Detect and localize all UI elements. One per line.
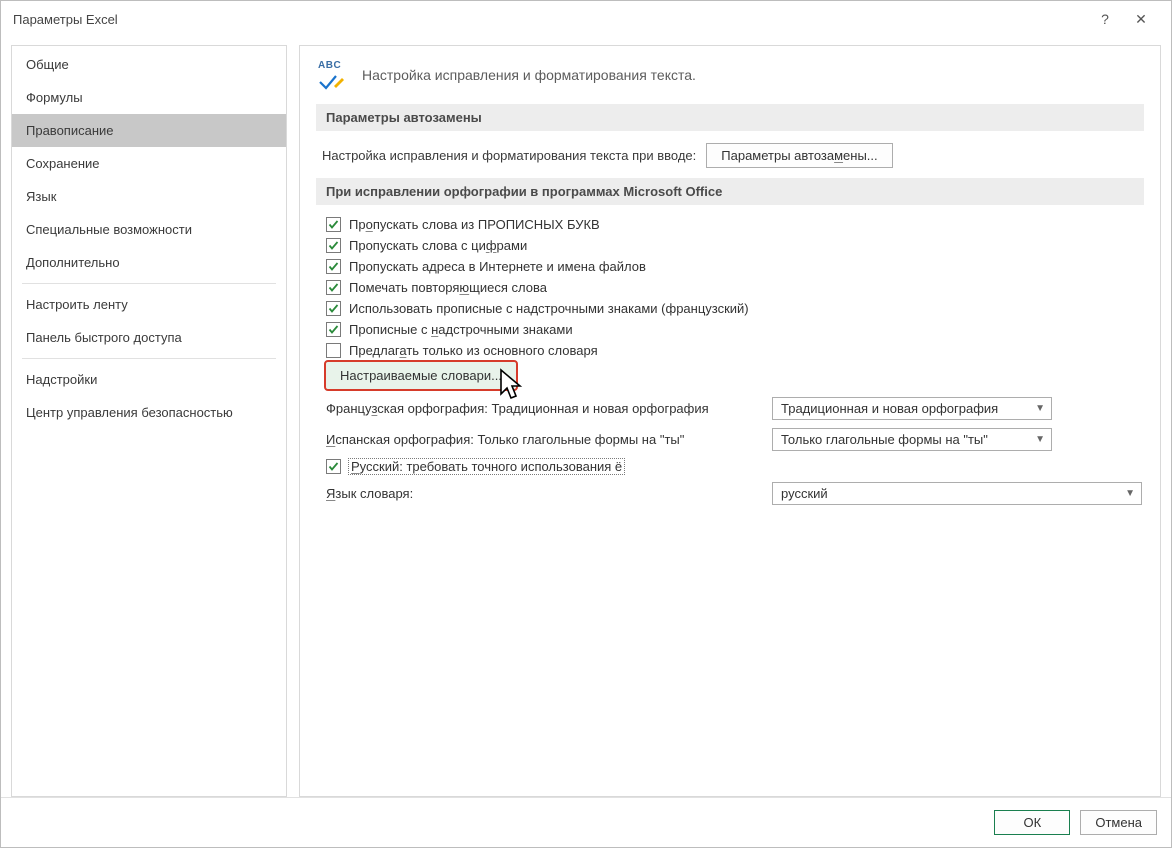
custom-dictionaries-button[interactable]: Настраиваемые словари... [324,360,518,391]
sidebar-item[interactable]: Настроить ленту [12,288,286,321]
sidebar: ОбщиеФормулыПравописаниеСохранениеЯзыкСп… [11,45,287,797]
section-spelling-title: При исправлении орфографии в программах … [316,178,1144,205]
checkbox[interactable] [326,322,341,337]
combo-label: Французская орфография: Традиционная и н… [326,401,756,416]
checkbox-row: Пропускать адреса в Интернете и имена фа… [326,259,1144,274]
main-panel: ABC Настройка исправления и форматирован… [299,45,1161,797]
titlebar: Параметры Excel ? ✕ [1,1,1171,37]
sidebar-item[interactable]: Надстройки [12,363,286,396]
checkbox[interactable] [326,280,341,295]
options-window: Параметры Excel ? ✕ ОбщиеФормулыПравопис… [0,0,1172,848]
checkbox-label: Предлагать только из основного словаря [349,343,598,358]
russian-yo-checkbox-row: Русский: требовать точного использования… [326,459,1144,474]
help-button[interactable]: ? [1087,11,1123,27]
close-button[interactable]: ✕ [1123,11,1159,28]
sidebar-item[interactable]: Формулы [12,81,286,114]
sidebar-item[interactable]: Панель быстрого доступа [12,321,286,354]
checkbox[interactable] [326,217,341,232]
intro-text: Настройка исправления и форматирования т… [362,67,696,83]
checkbox-label: Пропускать слова с цифрами [349,238,527,253]
sidebar-item[interactable]: Правописание [12,114,286,147]
checkbox-row: Пропускать слова с цифрами [326,238,1144,253]
checkbox-label: Прописные с надстрочными знаками [349,322,573,337]
ok-button[interactable]: ОК [994,810,1070,835]
checkbox-label: Пропускать слова из ПРОПИСНЫХ БУКВ [349,217,600,232]
checkbox[interactable] [326,343,341,358]
autocorrect-label: Настройка исправления и форматирования т… [322,148,696,163]
checkbox-label: Пропускать адреса в Интернете и имена фа… [349,259,646,274]
checkbox-row: Предлагать только из основного словаря [326,343,1144,358]
checkbox-label: Помечать повторяющиеся слова [349,280,547,295]
window-title: Параметры Excel [13,12,1087,27]
checkbox[interactable] [326,301,341,316]
combo-label: Испанская орфография: Только глагольные … [326,432,756,447]
chevron-down-icon: ▼ [1035,403,1045,414]
checkbox-label: Использовать прописные с надстрочными зн… [349,301,749,316]
sidebar-item[interactable]: Сохранение [12,147,286,180]
intro-row: ABC Настройка исправления и форматирован… [316,60,1144,90]
section-autocorrect-title: Параметры автозамены [316,104,1144,131]
cancel-button[interactable]: Отмена [1080,810,1157,835]
checkbox-row: Использовать прописные с надстрочными зн… [326,301,1144,316]
dialog-footer: ОК Отмена [1,797,1171,847]
sidebar-item[interactable]: Центр управления безопасностью [12,396,286,429]
chevron-down-icon: ▼ [1035,434,1045,445]
checkbox[interactable] [326,259,341,274]
combo-select[interactable]: Только глагольные формы на "ты"▼ [772,428,1052,451]
russian-yo-label: Русский: требовать точного использования… [349,459,624,474]
russian-yo-checkbox[interactable] [326,459,341,474]
chevron-down-icon: ▼ [1125,488,1135,499]
dictionary-language-combo[interactable]: русский ▼ [772,482,1142,505]
checkbox-row: Помечать повторяющиеся слова [326,280,1144,295]
proofing-icon: ABC [316,60,350,90]
checkbox-row: Пропускать слова из ПРОПИСНЫХ БУКВ [326,217,1144,232]
dictionary-language-label: Язык словаря: [326,486,756,501]
sidebar-item[interactable]: Дополнительно [12,246,286,279]
autocorrect-options-button[interactable]: Параметры автозамены... [706,143,892,168]
combo-select[interactable]: Традиционная и новая орфография▼ [772,397,1052,420]
sidebar-item[interactable]: Общие [12,48,286,81]
checkbox[interactable] [326,238,341,253]
sidebar-item[interactable]: Специальные возможности [12,213,286,246]
sidebar-item[interactable]: Язык [12,180,286,213]
checkbox-row: Прописные с надстрочными знаками [326,322,1144,337]
